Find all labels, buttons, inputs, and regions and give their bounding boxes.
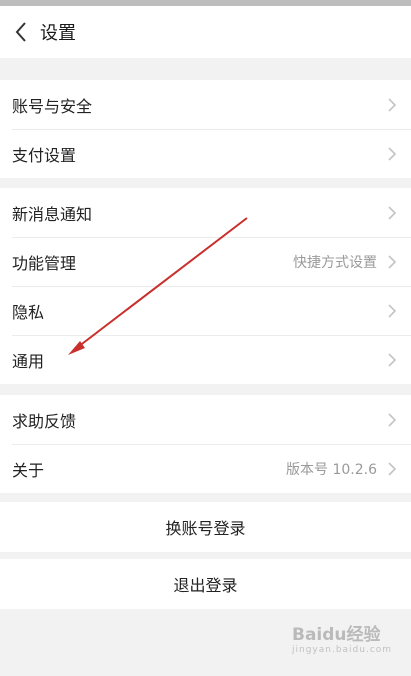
switch-account-button[interactable]: 换账号登录 (0, 502, 411, 552)
settings-group-account: 账号与安全 支付设置 (0, 80, 411, 178)
settings-item-label: 功能管理 (12, 253, 77, 273)
settings-item-features[interactable]: 功能管理 快捷方式设置 (0, 237, 411, 286)
settings-item-label: 账号与安全 (12, 96, 93, 116)
settings-item-label: 支付设置 (12, 145, 77, 165)
chevron-right-icon (387, 351, 399, 369)
settings-item-privacy[interactable]: 隐私 (0, 286, 411, 335)
settings-item-value: 快捷方式设置 (293, 254, 377, 271)
settings-item-feedback[interactable]: 求助反馈 (0, 395, 411, 444)
logout-button[interactable]: 退出登录 (0, 559, 411, 609)
chevron-right-icon (387, 302, 399, 320)
settings-item-label: 隐私 (12, 302, 45, 322)
page-title: 设置 (40, 23, 76, 44)
settings-item-about[interactable]: 关于 版本号 10.2.6 (0, 444, 411, 493)
settings-item-payment[interactable]: 支付设置 (0, 129, 411, 178)
settings-item-value: 版本号 10.2.6 (286, 461, 377, 478)
top-bar: 设置 (0, 6, 411, 58)
settings-item-label: 新消息通知 (12, 204, 93, 224)
chevron-right-icon (387, 253, 399, 271)
chevron-right-icon (387, 460, 399, 478)
chevron-right-icon (387, 204, 399, 222)
settings-item-account-security[interactable]: 账号与安全 (0, 80, 411, 129)
back-button[interactable] (6, 12, 36, 52)
back-chevron-icon (15, 22, 26, 42)
settings-item-general[interactable]: 通用 (0, 335, 411, 384)
baidu-jingyan-watermark: Baidu经验 jingyan.baidu.com (292, 620, 407, 664)
settings-group-general: 新消息通知 功能管理 快捷方式设置 隐私 通用 (0, 188, 411, 384)
settings-item-notifications[interactable]: 新消息通知 (0, 188, 411, 237)
chevron-right-icon (387, 411, 399, 429)
watermark-brand: Baidu经验 (292, 625, 381, 645)
chevron-right-icon (387, 145, 399, 163)
settings-group-help: 求助反馈 关于 版本号 10.2.6 (0, 395, 411, 493)
chevron-right-icon (387, 96, 399, 114)
settings-item-label: 关于 (12, 460, 45, 480)
settings-item-label: 求助反馈 (12, 411, 77, 431)
settings-item-label: 通用 (12, 351, 45, 371)
watermark-url: jingyan.baidu.com (292, 645, 393, 655)
